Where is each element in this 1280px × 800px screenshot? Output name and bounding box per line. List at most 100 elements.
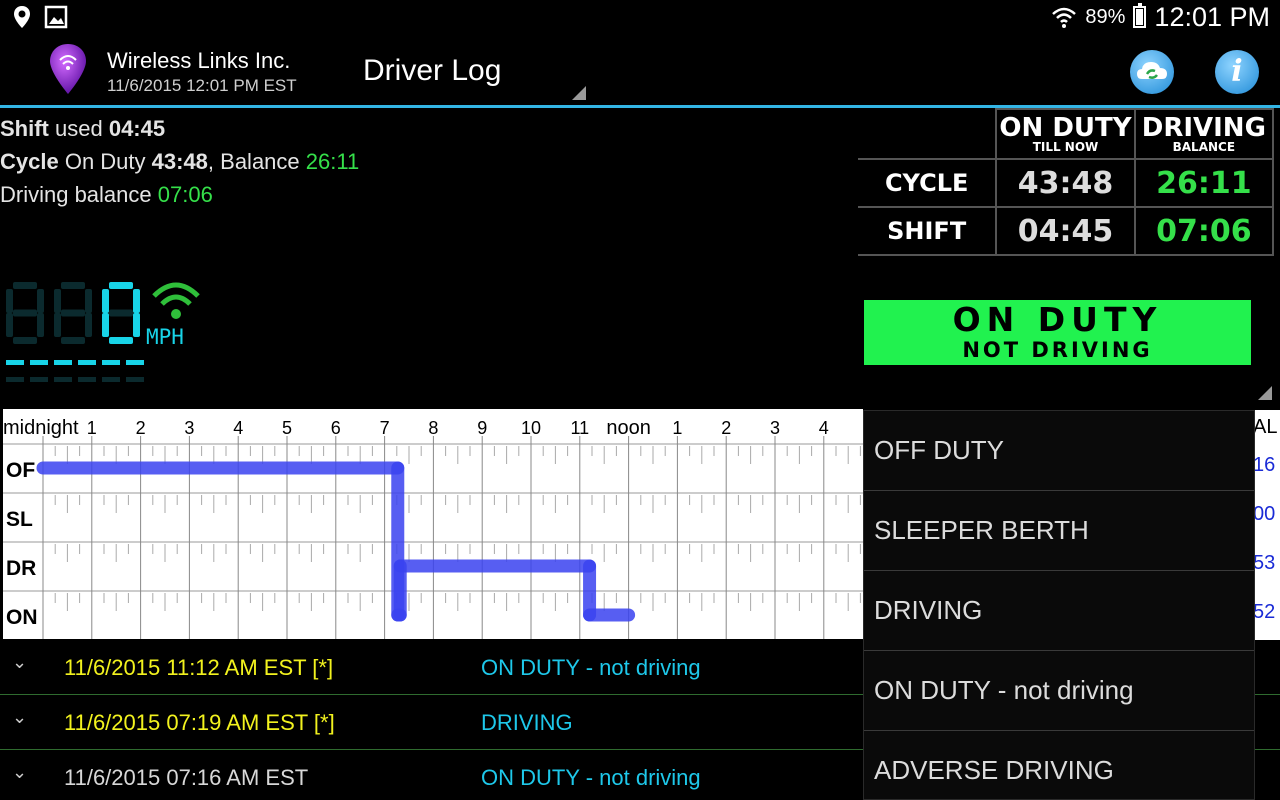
app-datetime: 11/6/2015 12:01 PM EST — [107, 76, 297, 95]
hour-label: 5 — [282, 418, 292, 438]
hour-label: midnight — [3, 417, 79, 439]
speed-digit-segment — [54, 313, 61, 337]
total-value: 52 — [1255, 601, 1276, 623]
speed-digit-segment — [37, 289, 44, 313]
hour-label: 11 — [570, 418, 589, 438]
hour-label: 8 — [428, 418, 438, 438]
driving-balance-summary: Driving balance 07:06 — [0, 182, 213, 207]
app-logo-icon[interactable] — [48, 42, 88, 96]
dropdown-option-driving[interactable]: DRIVING — [864, 571, 1254, 651]
hour-label: 10 — [521, 418, 541, 438]
location-icon — [14, 6, 30, 28]
hours-summary: Shift used 04:45 Cycle On Duty 43:48, Ba… — [0, 112, 359, 211]
event-time: 11/6/2015 11:12 AM EST [*] — [64, 655, 334, 680]
totals-header: AL — [1255, 416, 1278, 438]
speed-digit-segment — [54, 289, 61, 313]
odometer-segment — [102, 377, 120, 382]
dropdown-option-adverse-driving[interactable]: ADVERSE DRIVING — [864, 731, 1254, 799]
odometer-segment — [78, 377, 96, 382]
hour-label: noon — [606, 417, 651, 439]
hour-label: 1 — [87, 418, 97, 438]
row-label: SHIFT — [858, 206, 998, 256]
battery-icon — [1133, 3, 1147, 28]
battery-percent: 89% — [1085, 5, 1126, 28]
image-icon — [44, 5, 68, 29]
status-spinner-arrow-icon — [1258, 386, 1272, 400]
shift-balance-value: 07:06 — [1133, 206, 1275, 256]
hours-table: ON DUTY TILL NOW DRIVING BALANCE CYCLE 43:… — [858, 108, 1278, 258]
speed-digit-segment — [13, 337, 37, 344]
info-button[interactable]: i — [1215, 50, 1259, 94]
duty-log-graph: midnight 1 2 3 4 5 6 7 8 9 10 11 noon 1 2 3 4 OF SL DR ON — [3, 409, 863, 639]
event-status: ON DUTY - not driving — [481, 765, 701, 790]
cycle-summary: Cycle On Duty 43:48, Balance 26:11 — [0, 149, 360, 174]
duty-status-banner[interactable]: ON DUTY NOT DRIVING — [864, 300, 1251, 365]
speed-digit-segment — [133, 313, 140, 337]
speed-digit-segment — [6, 313, 13, 337]
hour-label: 3 — [770, 418, 780, 438]
event-time: 11/6/2015 07:19 AM EST [*] — [64, 710, 335, 735]
company-name: Wireless Links Inc. — [107, 48, 291, 73]
odometer-segment — [30, 360, 48, 365]
speed-digit-segment — [102, 289, 109, 313]
dropdown-option-sleeper-berth[interactable]: SLEEPER BERTH — [864, 491, 1254, 571]
hour-label: 7 — [380, 418, 390, 438]
speed-digit-segment — [61, 309, 85, 317]
info-icon: i — [1231, 54, 1243, 89]
row-label: CYCLE — [858, 158, 998, 208]
speed-digit-segment — [102, 313, 109, 337]
speed-digit-segment — [61, 282, 85, 289]
hour-label: 4 — [233, 418, 243, 438]
dropdown-option-on-duty[interactable]: ON DUTY - not driving — [864, 651, 1254, 731]
duty-status-line1: ON DUTY — [952, 300, 1163, 339]
event-time: 11/6/2015 07:16 AM EST — [64, 765, 309, 790]
odometer-segment — [126, 377, 144, 382]
spinner-arrow-icon — [572, 86, 586, 100]
graph-totals-column: AL 16 00 53 52 — [1255, 410, 1280, 640]
duty-row-label: DR — [6, 557, 36, 580]
odometer-segment — [78, 360, 96, 365]
speed-digit-segment — [61, 337, 85, 344]
hour-label: 6 — [331, 418, 341, 438]
speed-digit-segment — [6, 289, 13, 313]
hour-label: 2 — [721, 418, 731, 438]
hour-label: 1 — [672, 418, 682, 438]
odometer-segment — [102, 360, 120, 365]
chevron-down-icon[interactable]: ⌄ — [12, 762, 27, 783]
duty-row-label: SL — [6, 508, 33, 531]
signal-icon — [152, 282, 200, 319]
table-row: CYCLE 43:48 26:11 — [858, 158, 1275, 208]
cloud-sync-icon — [1137, 62, 1167, 79]
cycle-on-duty-value: 43:48 — [995, 158, 1136, 208]
status-clock: 12:01 PM — [1154, 1, 1270, 32]
speed-digit-segment — [109, 309, 133, 317]
total-value: 16 — [1255, 454, 1276, 476]
cloud-sync-button[interactable] — [1130, 50, 1174, 94]
cycle-balance-value: 26:11 — [1133, 158, 1275, 208]
dropdown-option-off-duty[interactable]: OFF DUTY — [864, 411, 1254, 491]
odometer-segment — [6, 377, 24, 382]
odometer-segment — [54, 377, 72, 382]
duty-row-label: OF — [6, 459, 35, 482]
chevron-down-icon[interactable]: ⌄ — [12, 707, 27, 728]
col-on-duty-header: ON DUTY — [999, 113, 1132, 143]
app-bar: Wireless Links Inc. 11/6/2015 12:01 PM E… — [0, 34, 1280, 105]
speed-digit-segment — [133, 289, 140, 313]
duty-status-dropdown: OFF DUTY SLEEPER BERTH DRIVING ON DUTY -… — [863, 410, 1255, 800]
title-spinner[interactable]: Driver Log — [363, 34, 588, 102]
speed-digit-segment — [13, 282, 37, 289]
odometer-segment — [30, 377, 48, 382]
duty-status-line2: NOT DRIVING — [962, 338, 1153, 362]
shift-summary: Shift used 04:45 — [0, 116, 166, 141]
status-bar: 89% 12:01 PM — [0, 0, 1280, 34]
speed-digit-segment — [85, 289, 92, 313]
total-value: 53 — [1255, 552, 1276, 574]
page-title: Driver Log — [363, 54, 502, 87]
event-status: DRIVING — [481, 710, 573, 735]
speed-unit: MPH — [146, 325, 184, 349]
event-status: ON DUTY - not driving — [481, 655, 701, 680]
speed-digit-segment — [85, 313, 92, 337]
speed-digit-segment — [13, 309, 37, 317]
chevron-down-icon[interactable]: ⌄ — [12, 652, 27, 673]
hour-label: 2 — [136, 418, 146, 438]
